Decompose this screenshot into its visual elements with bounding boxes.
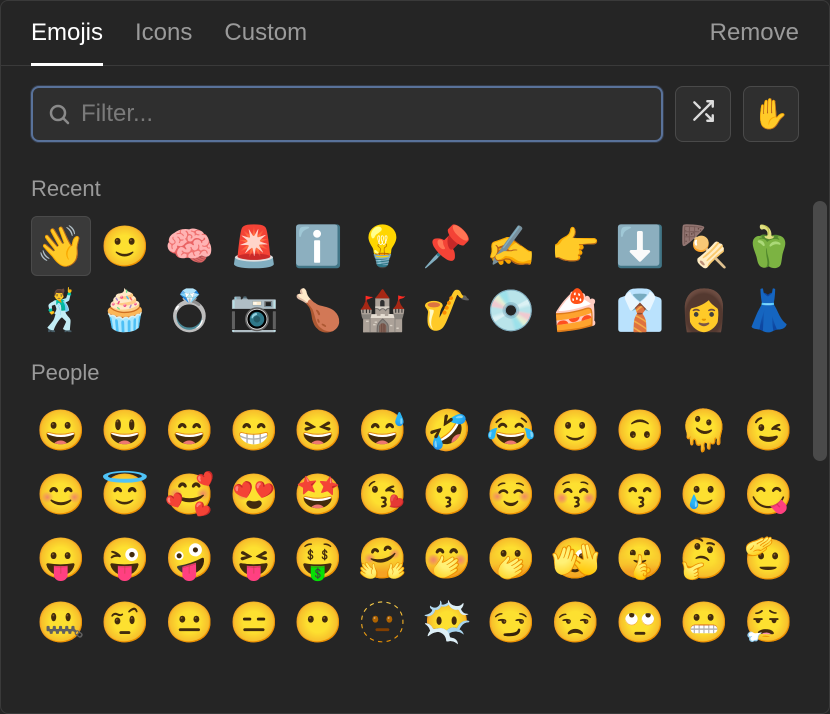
emoji-item[interactable]: 🫡 [739,528,799,588]
emoji-item[interactable]: 😄 [160,400,220,460]
emoji-item[interactable]: 🙃 [610,400,670,460]
skin-tone-button[interactable]: ✋ [743,86,799,142]
emoji-item[interactable]: 🫣 [546,528,606,588]
emoji-item[interactable]: 😋 [739,464,799,524]
emoji-item[interactable]: 📌 [417,216,477,276]
emoji-item[interactable]: 🍗 [288,280,348,340]
emoji-item[interactable]: 🤑 [288,528,348,588]
emoji-item[interactable]: 😜 [95,528,155,588]
emoji-item[interactable]: 🙂 [95,216,155,276]
emoji-item[interactable]: 🫑 [739,216,799,276]
emoji-item[interactable]: 😐 [160,592,220,652]
emoji-item[interactable]: 😑 [224,592,284,652]
emoji-item[interactable]: 😚 [546,464,606,524]
emoji-item[interactable]: 😂 [481,400,541,460]
emoji-content: Recent 👋🙂🧠🚨ℹ️💡📌✍️👉⬇️🍢🫑🕺🧁💍📷🍗🏰🎷💿🍰👔👩👗 Peopl… [1,152,829,696]
shuffle-icon [690,98,716,131]
search-input[interactable] [81,100,647,128]
emoji-item[interactable]: 🤨 [95,592,155,652]
search-icon [47,102,71,126]
shuffle-button[interactable] [675,86,731,142]
emoji-item[interactable]: 👩 [674,280,734,340]
emoji-item[interactable]: 🏰 [353,280,413,340]
emoji-item[interactable]: 🤐 [31,592,91,652]
emoji-item[interactable]: 🚨 [224,216,284,276]
emoji-item[interactable]: ⬇️ [610,216,670,276]
emoji-item[interactable]: 😶‍🌫️ [417,592,477,652]
emoji-item[interactable]: 💿 [481,280,541,340]
emoji-item[interactable]: 🤣 [417,400,477,460]
emoji-item[interactable]: 😀 [31,400,91,460]
emoji-item[interactable]: 😝 [224,528,284,588]
emoji-item[interactable]: 😅 [353,400,413,460]
emoji-item[interactable]: 🤔 [674,528,734,588]
emoji-item[interactable]: 💡 [353,216,413,276]
emoji-item[interactable]: 🤪 [160,528,220,588]
emoji-item[interactable]: 😉 [739,400,799,460]
hand-icon: ✋ [752,97,789,132]
emoji-item[interactable]: 😇 [95,464,155,524]
tabs-container: Emojis Icons Custom [31,19,710,65]
emoji-item[interactable]: 🕺 [31,280,91,340]
emoji-item[interactable]: 🥰 [160,464,220,524]
emoji-item[interactable]: 😁 [224,400,284,460]
emoji-item[interactable]: 🧠 [160,216,220,276]
tab-icons[interactable]: Icons [135,19,192,65]
remove-button[interactable]: Remove [710,19,799,65]
emoji-item[interactable]: 😃 [95,400,155,460]
emoji-item[interactable]: ✍️ [481,216,541,276]
emoji-item[interactable]: ☺️ [481,464,541,524]
emoji-item[interactable]: 😊 [31,464,91,524]
emoji-item[interactable]: 🤭 [417,528,477,588]
emoji-item[interactable]: 😶 [288,592,348,652]
tab-emojis[interactable]: Emojis [31,19,103,65]
emoji-item[interactable]: 👋 [31,216,91,276]
people-title: People [31,360,799,386]
emoji-item[interactable]: 🤫 [610,528,670,588]
emoji-item[interactable]: 🫢 [481,528,541,588]
emoji-item[interactable]: ℹ️ [288,216,348,276]
emoji-item[interactable]: 😮‍💨 [739,592,799,652]
emoji-item[interactable]: 📷 [224,280,284,340]
emoji-item[interactable]: 🎷 [417,280,477,340]
emoji-item[interactable]: 💍 [160,280,220,340]
emoji-item[interactable]: 😒 [546,592,606,652]
emoji-item[interactable]: 🤩 [288,464,348,524]
recent-grid: 👋🙂🧠🚨ℹ️💡📌✍️👉⬇️🍢🫑 🕺🧁💍📷🍗🏰🎷💿🍰👔👩👗 [31,216,799,340]
search-wrapper [31,86,663,142]
scrollbar[interactable] [813,201,827,461]
emoji-item[interactable]: 🤗 [353,528,413,588]
emoji-item[interactable]: 😆 [288,400,348,460]
emoji-item[interactable]: 🥲 [674,464,734,524]
emoji-item[interactable]: 🫠 [674,400,734,460]
people-grid: 😀😃😄😁😆😅🤣😂🙂🙃🫠😉 😊😇🥰😍🤩😘😗☺️😚😙🥲😋 😛😜🤪😝🤑🤗🤭🫢🫣🤫🤔🫡 🤐🤨😐… [31,400,799,652]
emoji-item[interactable]: 🫥 [353,592,413,652]
emoji-item[interactable]: 🙄 [610,592,670,652]
emoji-item[interactable]: 🍢 [674,216,734,276]
emoji-item[interactable]: 😗 [417,464,477,524]
emoji-item[interactable]: 😛 [31,528,91,588]
emoji-item[interactable]: 👗 [739,280,799,340]
emoji-item[interactable]: 🍰 [546,280,606,340]
emoji-item[interactable]: 😏 [481,592,541,652]
controls-row: ✋ [1,66,829,152]
recent-title: Recent [31,176,799,202]
emoji-item[interactable]: 🙂 [546,400,606,460]
emoji-item[interactable]: 👔 [610,280,670,340]
emoji-item[interactable]: 😙 [610,464,670,524]
emoji-item[interactable]: 😘 [353,464,413,524]
emoji-item[interactable]: 😬 [674,592,734,652]
emoji-item[interactable]: 😍 [224,464,284,524]
emoji-item[interactable]: 👉 [546,216,606,276]
tab-custom[interactable]: Custom [224,19,307,65]
emoji-item[interactable]: 🧁 [95,280,155,340]
